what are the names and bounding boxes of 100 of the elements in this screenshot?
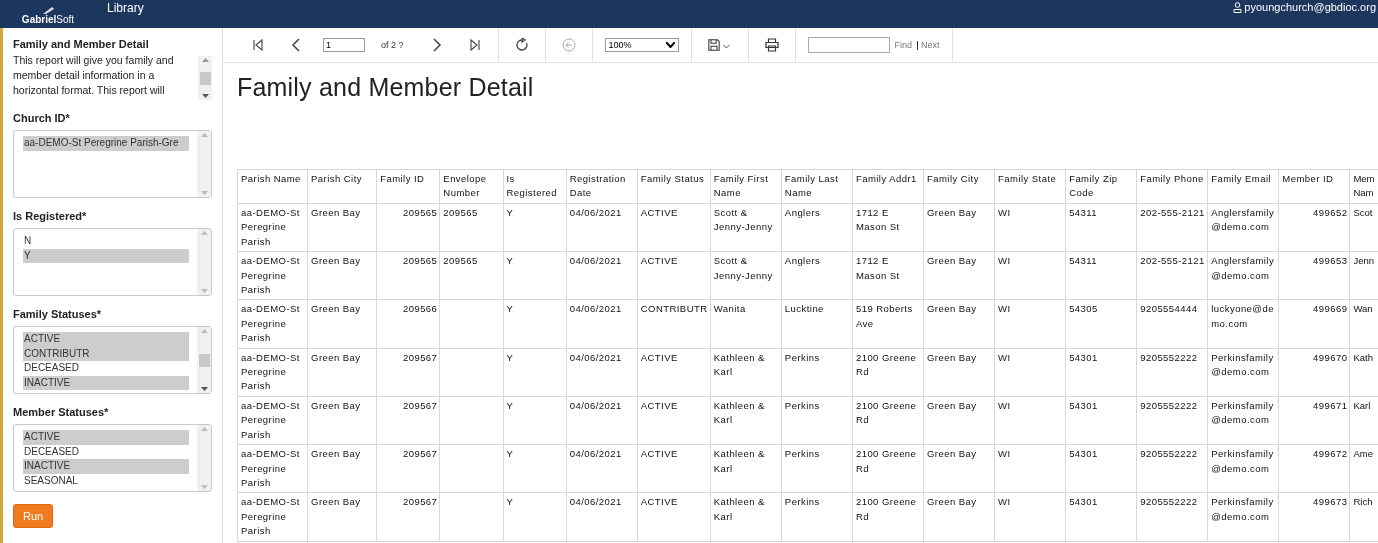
table-cell: 209565 xyxy=(376,203,440,252)
list-option[interactable]: Y xyxy=(23,248,189,264)
table-cell: 519 Roberts Ave xyxy=(852,299,924,349)
list-option[interactable]: ACTIVE xyxy=(23,430,189,445)
column-header: Family Email xyxy=(1207,169,1279,204)
parameter-label: Family Statuses* xyxy=(13,308,103,320)
scroll-up-icon[interactable] xyxy=(200,133,208,137)
column-header: Family Status xyxy=(637,169,711,204)
table-cell: Y xyxy=(503,492,567,542)
table-cell: ACTIVE xyxy=(637,348,711,397)
table-cell: 209566 xyxy=(376,299,440,349)
scroll-up-icon[interactable] xyxy=(200,329,208,333)
column-header: Family Last Name xyxy=(781,169,853,204)
table-cell: 54311 xyxy=(1065,203,1137,252)
table-cell: 54301 xyxy=(1065,492,1137,542)
table-cell: 9205552222 xyxy=(1136,396,1208,445)
logo-text: GabrielSoft xyxy=(21,15,75,25)
table-cell: WI xyxy=(994,444,1066,493)
scrollbar[interactable] xyxy=(197,131,211,197)
scroll-down-icon[interactable] xyxy=(201,94,209,98)
library-link[interactable]: Library xyxy=(107,1,144,15)
parameter-listbox[interactable]: N Y xyxy=(13,228,212,296)
report-name: Family and Member Detail xyxy=(13,38,150,50)
table-cell: Green Bay xyxy=(307,203,377,252)
scrollbar[interactable] xyxy=(197,229,211,295)
table-cell: Y xyxy=(503,299,567,349)
table-cell: Kathleen & Karl xyxy=(710,348,782,397)
column-header: Family Zip Code xyxy=(1065,169,1137,204)
table-cell: WI xyxy=(994,251,1066,300)
scrollbar[interactable] xyxy=(197,327,211,393)
column-header: Family Phone xyxy=(1136,169,1208,204)
table-cell: Y xyxy=(503,444,567,493)
column-header: Mem Nam xyxy=(1349,169,1378,204)
table-cell: 499653 xyxy=(1278,251,1350,300)
scroll-thumb[interactable] xyxy=(199,71,211,85)
list-option[interactable]: INACTIVE xyxy=(23,459,189,474)
table-cell: aa-DEMO-St Peregrine Parish xyxy=(237,348,308,397)
column-header: Member ID xyxy=(1278,169,1350,204)
table-cell: 1712 E Mason St xyxy=(852,203,924,252)
list-option[interactable]: DECEASED xyxy=(23,361,189,376)
table-cell: 04/06/2021 xyxy=(566,396,638,445)
table-cell: Perkinsfamily @demo.com xyxy=(1207,348,1279,397)
table-cell: 202-555-2121 xyxy=(1136,203,1208,252)
next-link[interactable]: Next xyxy=(917,40,940,50)
scrollbar[interactable] xyxy=(198,56,212,100)
list-option[interactable]: SEASONAL xyxy=(23,473,189,489)
list-option[interactable]: ACTIVE xyxy=(23,332,189,347)
table-cell: Kathleen & Karl xyxy=(710,444,782,493)
page-number-field[interactable]: 1 xyxy=(323,38,365,52)
table-cell: Anglers xyxy=(781,251,853,300)
table-cell: 54301 xyxy=(1065,396,1137,445)
table-cell: Perkins xyxy=(781,396,853,445)
parameter-listbox[interactable]: ACTIVE CONTRIBUTR DECEASED INACTIVE xyxy=(13,326,212,394)
column-header: Family First Name xyxy=(710,169,782,204)
list-option[interactable]: INACTIVE xyxy=(23,375,189,391)
table-cell: Anglers xyxy=(781,203,853,252)
table-cell: 209567 xyxy=(376,492,440,542)
scroll-up-icon[interactable] xyxy=(201,58,209,62)
scroll-down-icon[interactable] xyxy=(200,387,208,391)
table-cell: 04/06/2021 xyxy=(566,203,638,252)
list-option[interactable]: N xyxy=(23,234,189,249)
page-count: of 2 ? xyxy=(381,40,404,50)
table-cell xyxy=(439,299,504,349)
table-cell: WI xyxy=(994,396,1066,445)
table-cell xyxy=(439,444,504,493)
scroll-thumb[interactable] xyxy=(198,353,210,367)
scroll-up-icon[interactable] xyxy=(200,427,208,431)
scrollbar[interactable] xyxy=(197,425,211,491)
table-cell: 9205552222 xyxy=(1136,444,1208,493)
user-icon xyxy=(1233,1,1243,13)
column-header: Parish City xyxy=(307,169,377,204)
table-cell: luckyone@de mo.com xyxy=(1207,299,1279,349)
table-cell: WI xyxy=(994,299,1066,349)
table-cell: 1712 E Mason St xyxy=(852,251,924,300)
find-link[interactable]: Find xyxy=(894,40,913,50)
user-email[interactable]: pyoungchurch@gbdioc.org xyxy=(1244,1,1376,13)
find-field[interactable] xyxy=(807,37,890,53)
table-cell: ACTIVE xyxy=(637,492,711,542)
table-cell: 499673 xyxy=(1278,492,1350,542)
parameter-listbox[interactable]: ACTIVE DECEASED INACTIVE SEASONAL xyxy=(13,424,212,492)
table-cell: Green Bay xyxy=(307,251,377,300)
list-option[interactable]: aa-DEMO-St Peregrine Parish-Gre xyxy=(23,136,189,151)
scroll-up-icon[interactable] xyxy=(200,231,208,235)
table-cell: 209565 xyxy=(439,251,504,300)
table-cell: 209565 xyxy=(376,251,440,300)
table-cell: Green Bay xyxy=(923,444,995,493)
table-cell: Kathleen & Karl xyxy=(710,396,782,445)
table-cell: Y xyxy=(503,396,567,445)
parameter-listbox[interactable]: aa-DEMO-St Peregrine Parish-Gre xyxy=(13,130,212,198)
caret-icon xyxy=(665,42,675,48)
table-cell: Anglersfamily @demo.com xyxy=(1207,251,1279,300)
table-cell: aa-DEMO-St Peregrine Parish xyxy=(237,251,308,300)
table-cell: 9205554444 xyxy=(1136,299,1208,349)
list-option[interactable]: DECEASED xyxy=(23,444,189,460)
column-header: Family City xyxy=(923,169,995,204)
column-header: Registration Date xyxy=(566,169,638,204)
table-cell: 499671 xyxy=(1278,396,1350,445)
table-cell: Perkinsfamily @demo.com xyxy=(1207,492,1279,542)
table-cell: aa-DEMO-St Peregrine Parish xyxy=(237,299,308,349)
zoom-select[interactable]: 100% xyxy=(604,38,679,52)
